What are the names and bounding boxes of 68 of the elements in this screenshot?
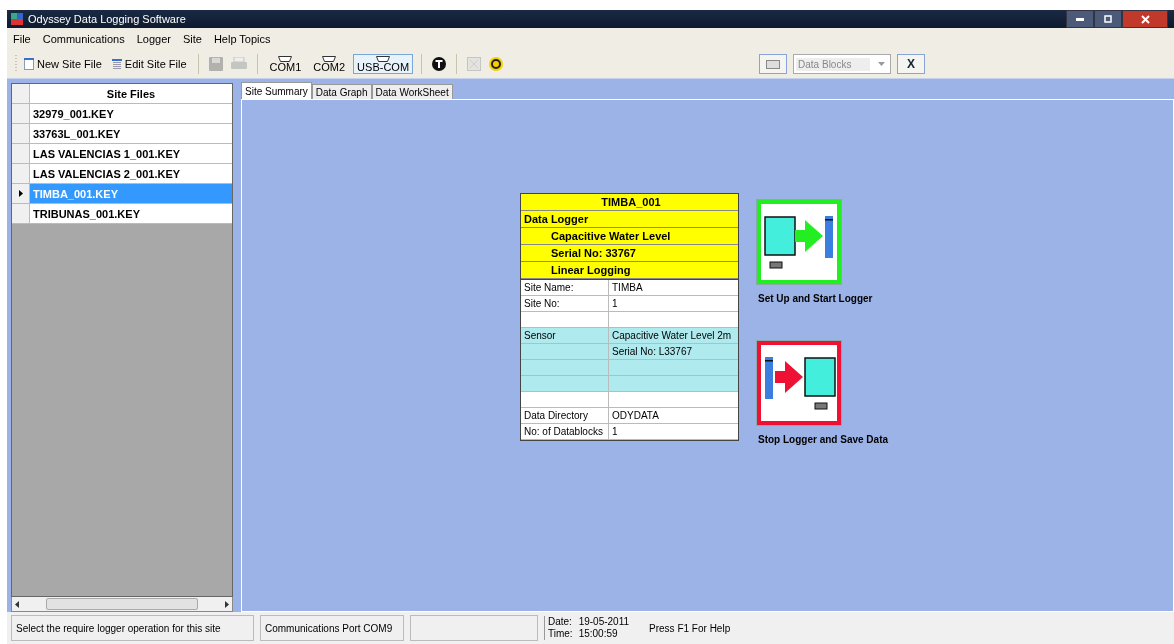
row-pointer-icon bbox=[18, 190, 23, 197]
port-button[interactable]: USB-COM bbox=[353, 54, 414, 74]
close-icon bbox=[1140, 14, 1150, 24]
stop-logger-button[interactable] bbox=[756, 340, 842, 426]
folder-icon bbox=[766, 59, 781, 69]
close-blocks-button[interactable]: X bbox=[897, 54, 926, 74]
letter-circle-icon bbox=[432, 57, 447, 71]
restore-button[interactable] bbox=[1094, 10, 1122, 28]
scroll-left-icon bbox=[15, 600, 19, 608]
minimize-icon bbox=[1076, 17, 1084, 21]
list-icon bbox=[111, 59, 122, 69]
field-value: Serial No: L33767 bbox=[612, 346, 693, 357]
date-label: Date: bbox=[548, 616, 573, 628]
minimize-button[interactable] bbox=[1066, 10, 1094, 28]
start-logger-icon bbox=[757, 200, 841, 284]
field-label: Site No: bbox=[524, 298, 560, 309]
port-icon bbox=[376, 56, 391, 62]
new-file-icon bbox=[24, 58, 34, 70]
field-label: Site Name: bbox=[524, 282, 574, 293]
tab[interactable]: Data WorkSheet bbox=[371, 84, 453, 99]
field-label: Data Directory bbox=[524, 410, 588, 421]
toolbar-button[interactable]: New Site File bbox=[21, 56, 105, 72]
date-value: 19-05-2011 bbox=[578, 616, 630, 628]
port-button[interactable]: COM2 bbox=[309, 54, 350, 74]
caret-icon bbox=[878, 62, 886, 66]
port-icon bbox=[322, 56, 337, 62]
toolbar-button[interactable]: Edit Site File bbox=[108, 56, 190, 72]
action-label: Set Up and Start Logger bbox=[757, 293, 874, 304]
port-icon bbox=[278, 56, 293, 62]
toolbar-button[interactable] bbox=[430, 55, 449, 73]
field-value: ODYDATA bbox=[612, 410, 659, 421]
row-header[interactable] bbox=[12, 184, 30, 203]
field-value: TIMBA bbox=[612, 282, 643, 293]
horizontal-scrollbar[interactable] bbox=[11, 597, 233, 612]
field-label: No: of Datablocks bbox=[524, 426, 603, 437]
restore-icon bbox=[1104, 15, 1112, 23]
start-logger-button[interactable] bbox=[756, 199, 842, 285]
grid-icon bbox=[467, 57, 482, 71]
port-button[interactable]: COM1 bbox=[265, 54, 306, 74]
field-value: Capacitive Water Level 2m bbox=[612, 330, 732, 341]
menu-item[interactable]: File bbox=[7, 33, 37, 45]
menu-item[interactable]: Site bbox=[176, 33, 208, 45]
menu-item[interactable]: Logger bbox=[130, 33, 177, 45]
printer-icon bbox=[230, 57, 247, 71]
action-label: Stop Logger and Save Data bbox=[757, 434, 889, 445]
app-logo-icon bbox=[11, 13, 23, 25]
help-hint: Press F1 For Help bbox=[649, 622, 731, 634]
stop-logger-icon bbox=[757, 341, 841, 425]
window-title: Odyssey Data Logging Software bbox=[28, 13, 186, 25]
tab[interactable]: Data Graph bbox=[311, 84, 372, 99]
menu-item[interactable]: Communications bbox=[36, 33, 131, 45]
time-value: 15:00:59 bbox=[578, 628, 619, 640]
toolbar-button[interactable] bbox=[487, 55, 506, 73]
save-icon bbox=[208, 57, 223, 71]
folder-button[interactable] bbox=[759, 54, 788, 74]
close-button[interactable] bbox=[1122, 10, 1168, 28]
scroll-right-icon bbox=[225, 600, 229, 608]
summary-title: TIMBA_001 bbox=[521, 194, 738, 211]
help-icon bbox=[489, 57, 504, 71]
field-value: 1 bbox=[612, 298, 618, 309]
tab[interactable]: Site Summary bbox=[241, 82, 312, 99]
time-label: Time: bbox=[548, 628, 573, 640]
column-header: Site Files bbox=[105, 86, 157, 102]
status-message: Select the require logger operation for this site bbox=[16, 622, 221, 634]
field-label: Sensor bbox=[524, 330, 556, 341]
menu-item[interactable]: Help Topics bbox=[207, 33, 277, 45]
field-value: 1 bbox=[612, 426, 618, 437]
port-status: Communications Port COM9 bbox=[265, 622, 393, 634]
